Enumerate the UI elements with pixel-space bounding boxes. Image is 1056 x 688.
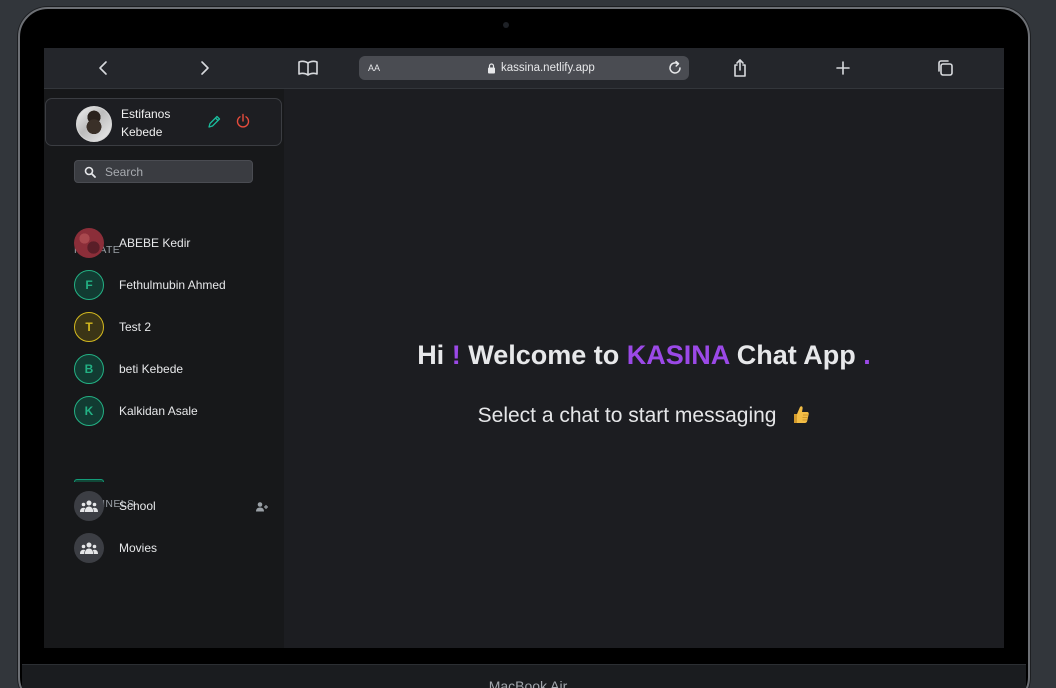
reader-mode-button[interactable]: AA — [368, 63, 380, 73]
channel-name: Movies — [119, 541, 158, 555]
profile-card: Estifanos Kebede — [45, 98, 282, 146]
reload-button[interactable] — [667, 60, 683, 79]
channel-name: School — [119, 499, 156, 513]
welcome-hi: Hi — [417, 340, 445, 370]
address-bar[interactable]: AA kassina.netlify.app — [359, 56, 689, 80]
profile-avatar[interactable] — [76, 106, 112, 142]
lock-icon — [488, 62, 495, 73]
channel-item[interactable]: School — [74, 490, 274, 522]
profile-name: Estifanos Kebede — [121, 107, 171, 139]
group-icon — [80, 542, 98, 554]
browser-toolbar: AA kassina.netlify.app — [44, 48, 1004, 89]
channel-avatar — [74, 533, 104, 563]
contact-item[interactable]: ABEBE Kedir — [74, 227, 274, 259]
contact-name: Test 2 — [119, 320, 152, 334]
sidebar: Estifanos Kebede Search PRIVATE ABEBE Ke… — [44, 89, 284, 648]
contact-item[interactable]: K Kalkidan Asale — [74, 395, 274, 427]
main-panel: Hi ! Welcome to KASINA Chat App . Select… — [284, 89, 1004, 648]
contact-initial: F — [85, 278, 93, 292]
tabs-overview-button[interactable] — [933, 57, 957, 79]
forward-button[interactable] — [193, 57, 217, 79]
channel-item[interactable]: Movies — [74, 532, 274, 564]
url-text: kassina.netlify.app — [501, 62, 595, 74]
contact-item[interactable]: T Test 2 — [74, 311, 274, 343]
search-icon — [84, 166, 96, 178]
group-icon — [80, 500, 98, 512]
tabs-icon — [938, 60, 953, 76]
share-button[interactable] — [728, 57, 752, 79]
thumbs-up-icon — [790, 404, 810, 424]
contact-item[interactable]: B beti Kebede — [74, 353, 274, 385]
new-tab-button[interactable] — [831, 57, 855, 79]
subtitle-text: Select a chat to start messaging — [477, 404, 777, 427]
welcome-subtitle: Select a chat to start messaging — [284, 402, 1004, 428]
plus-icon — [836, 61, 850, 75]
share-icon — [734, 59, 746, 77]
reload-icon — [669, 60, 681, 74]
welcome-chat-app: Chat App — [736, 340, 856, 370]
chevron-left-icon — [99, 61, 107, 75]
url-display: kassina.netlify.app — [487, 62, 595, 74]
bookmarks-button[interactable] — [296, 57, 320, 79]
contact-avatar: K — [74, 396, 104, 426]
welcome-dot: . — [863, 340, 871, 370]
contact-name: Kalkidan Asale — [119, 404, 198, 418]
search-placeholder: Search — [105, 164, 144, 179]
chevron-right-icon — [201, 61, 209, 75]
contact-avatar: T — [74, 312, 104, 342]
contact-initial: B — [84, 362, 94, 376]
contact-item[interactable]: F Fethulmubin Ahmed — [74, 269, 274, 301]
contact-avatar: B — [74, 354, 104, 384]
contact-name: ABEBE Kedir — [119, 236, 191, 250]
contact-initial: T — [85, 320, 93, 334]
search-input[interactable]: Search — [74, 160, 253, 183]
book-icon — [298, 60, 318, 76]
contact-avatar — [74, 228, 104, 258]
camera-icon — [503, 22, 509, 28]
pencil-icon — [208, 115, 221, 128]
contact-name: beti Kebede — [119, 362, 184, 376]
back-button[interactable] — [91, 57, 115, 79]
welcome-exclaim: ! — [451, 340, 461, 370]
welcome-to: Welcome to — [468, 340, 620, 370]
contact-avatar: F — [74, 270, 104, 300]
logout-button[interactable] — [235, 113, 251, 129]
device-label: MacBook Air — [488, 678, 568, 688]
clipped-contact-avatar — [74, 479, 104, 482]
contact-name: Fethulmubin Ahmed — [119, 278, 226, 292]
channel-avatar — [74, 491, 104, 521]
brand-name: KASINA — [626, 340, 730, 370]
power-icon — [236, 113, 250, 128]
edit-profile-button[interactable] — [206, 114, 222, 130]
screen: AA kassina.netlify.app Estifanos Kebede — [44, 48, 1004, 648]
contact-initial: K — [84, 404, 94, 418]
welcome-heading: Hi ! Welcome to KASINA Chat App . — [284, 340, 1004, 371]
